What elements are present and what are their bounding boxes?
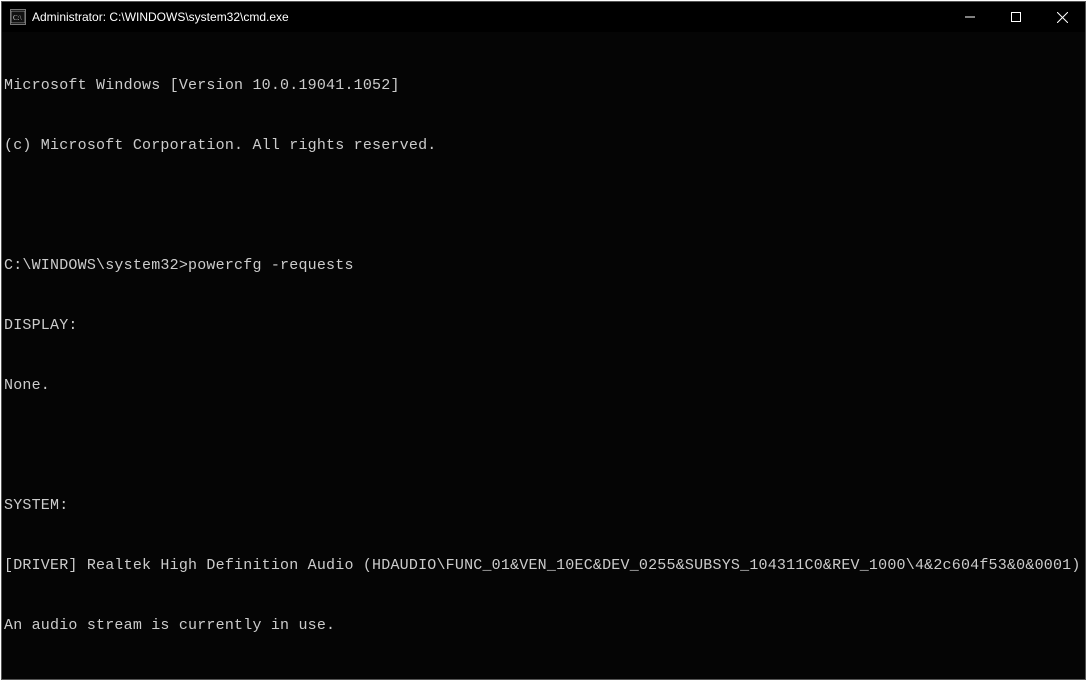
- prompt-path: C:\WINDOWS\system32>: [4, 257, 188, 274]
- minimize-button[interactable]: [947, 2, 993, 32]
- prompt-line: C:\WINDOWS\system32>powercfg -requests: [4, 256, 1083, 276]
- blank-line: [4, 436, 1083, 456]
- banner-line: (c) Microsoft Corporation. All rights re…: [4, 136, 1083, 156]
- terminal-output[interactable]: Microsoft Windows [Version 10.0.19041.10…: [2, 32, 1085, 679]
- maximize-button[interactable]: [993, 2, 1039, 32]
- output-line: [DRIVER] Realtek High Definition Audio (…: [4, 556, 1083, 576]
- banner-line: Microsoft Windows [Version 10.0.19041.10…: [4, 76, 1083, 96]
- command-text: powercfg -requests: [188, 257, 354, 274]
- window-title: Administrator: C:\WINDOWS\system32\cmd.e…: [32, 10, 289, 24]
- output-line: An audio stream is currently in use.: [4, 616, 1083, 636]
- svg-text:C:\: C:\: [13, 14, 22, 22]
- titlebar[interactable]: C:\ Administrator: C:\WINDOWS\system32\c…: [2, 2, 1085, 32]
- window-controls: [947, 2, 1085, 32]
- cmd-window: C:\ Administrator: C:\WINDOWS\system32\c…: [1, 1, 1086, 680]
- blank-line: [4, 676, 1083, 679]
- section-header: DISPLAY:: [4, 316, 1083, 336]
- cmd-icon: C:\: [10, 9, 26, 25]
- section-value: None.: [4, 376, 1083, 396]
- close-button[interactable]: [1039, 2, 1085, 32]
- section-header: SYSTEM:: [4, 496, 1083, 516]
- blank-line: [4, 196, 1083, 216]
- titlebar-left: C:\ Administrator: C:\WINDOWS\system32\c…: [10, 9, 289, 25]
